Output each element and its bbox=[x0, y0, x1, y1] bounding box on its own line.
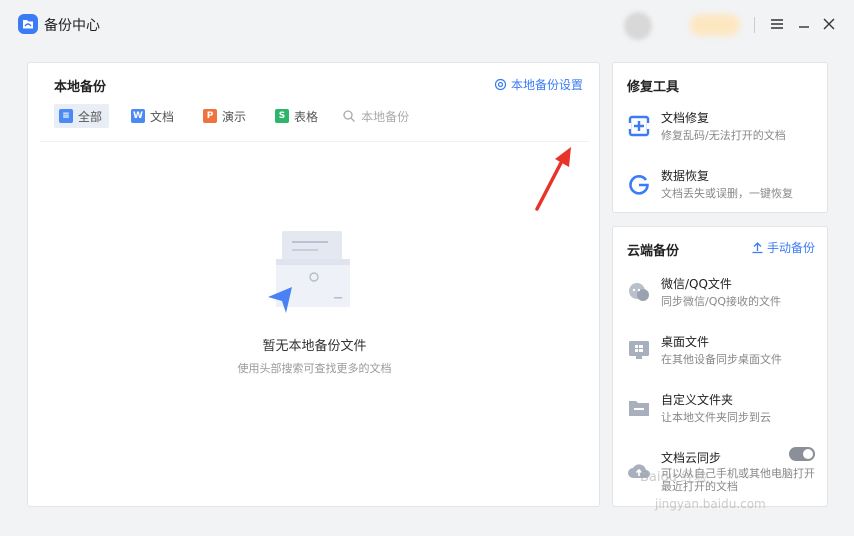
desktop-icon bbox=[629, 341, 649, 359]
tab-all[interactable]: ≡ 全部 bbox=[54, 104, 110, 128]
tab-presentations[interactable]: P 演示 bbox=[198, 104, 253, 128]
list-icon: ≡ bbox=[59, 109, 73, 123]
repair-tools-title: 修复工具 bbox=[627, 80, 680, 95]
title-bar: 备份中心 bbox=[0, 0, 854, 50]
doc-repair-item[interactable]: 文档修复 修复乱码/无法打开的文档 bbox=[627, 109, 822, 149]
local-backup-panel: 本地备份 本地备份设置 ≡ 全部 W 文档 P 演示 S 表格 本地备份 暂无本… bbox=[27, 62, 600, 507]
manual-backup-link[interactable]: 手动备份 bbox=[751, 239, 815, 256]
data-recovery-icon bbox=[629, 175, 649, 195]
menu-icon[interactable] bbox=[768, 15, 786, 33]
chat-icon bbox=[629, 283, 649, 301]
item-desc: 让本地文件夹同步到云 bbox=[661, 411, 771, 424]
tab-label: 演示 bbox=[222, 109, 247, 124]
close-icon[interactable] bbox=[820, 15, 838, 33]
item-name: 自定义文件夹 bbox=[661, 393, 734, 407]
repair-tools-panel: 修复工具 文档修复 修复乱码/无法打开的文档 数据恢复 文档丢失或误删，一键恢复 bbox=[612, 62, 828, 213]
backup-center-logo-icon bbox=[18, 14, 38, 34]
tab-label: 表格 bbox=[294, 109, 319, 124]
item-desc: 同步微信/QQ接收的文件 bbox=[661, 295, 782, 308]
spreadsheet-icon: S bbox=[275, 109, 290, 123]
tabs-divider bbox=[40, 141, 589, 142]
upload-icon bbox=[752, 242, 763, 254]
presentation-icon: P bbox=[203, 109, 218, 123]
tab-docs[interactable]: W 文档 bbox=[126, 104, 181, 128]
empty-state-title: 暂无本地备份文件 bbox=[262, 339, 367, 354]
tab-spreadsheets[interactable]: S 表格 bbox=[270, 104, 325, 128]
word-doc-icon: W bbox=[131, 109, 146, 123]
search-icon bbox=[343, 110, 356, 122]
tab-label: 文档 bbox=[150, 109, 175, 124]
manual-backup-label: 手动备份 bbox=[767, 241, 816, 255]
item-name: 文档修复 bbox=[661, 111, 710, 125]
data-recovery-item[interactable]: 数据恢复 文档丢失或误删，一键恢复 bbox=[627, 167, 822, 207]
item-desc: 在其他设备同步桌面文件 bbox=[661, 353, 782, 366]
local-backup-settings-link[interactable]: 本地备份设置 bbox=[494, 76, 583, 93]
filter-tabs: ≡ 全部 W 文档 P 演示 S 表格 本地备份 bbox=[54, 104, 409, 128]
item-name: 数据恢复 bbox=[661, 169, 710, 183]
watermark-url: jingyan.baidu.com bbox=[655, 497, 766, 511]
local-backup-title: 本地备份 bbox=[54, 80, 107, 95]
folder-icon bbox=[629, 401, 649, 416]
settings-icon bbox=[494, 78, 507, 91]
wechat-qq-files-item[interactable]: 微信/QQ文件 同步微信/QQ接收的文件 bbox=[627, 275, 822, 315]
app-title: 备份中心 bbox=[44, 18, 100, 34]
empty-state-subtitle: 使用头部搜索可查找更多的文档 bbox=[237, 362, 392, 375]
member-badge[interactable] bbox=[690, 14, 740, 36]
titlebar-divider bbox=[754, 17, 755, 33]
item-name: 微信/QQ文件 bbox=[661, 277, 732, 291]
tab-label: 全部 bbox=[78, 109, 103, 124]
annotation-arrow-icon bbox=[535, 147, 571, 211]
item-name: 桌面文件 bbox=[661, 335, 710, 349]
local-backup-search[interactable]: 本地备份 bbox=[342, 104, 409, 128]
settings-link-label: 本地备份设置 bbox=[511, 78, 584, 92]
doc-cloud-sync-toggle[interactable] bbox=[789, 447, 815, 461]
minimize-icon[interactable] bbox=[795, 15, 813, 33]
desktop-files-item[interactable]: 桌面文件 在其他设备同步桌面文件 bbox=[627, 333, 822, 373]
cloud-backup-title: 云端备份 bbox=[627, 244, 680, 259]
custom-folder-item[interactable]: 自定义文件夹 让本地文件夹同步到云 bbox=[627, 391, 822, 431]
doc-repair-icon bbox=[627, 115, 651, 137]
empty-box-illustration-icon bbox=[268, 231, 350, 313]
item-desc: 修复乱码/无法打开的文档 bbox=[661, 129, 786, 142]
item-desc: 文档丢失或误删，一键恢复 bbox=[661, 187, 793, 200]
item-name: 文档云同步 bbox=[661, 451, 722, 465]
user-avatar[interactable] bbox=[624, 12, 652, 40]
watermark: Baidu 经验 bbox=[640, 470, 708, 485]
search-placeholder: 本地备份 bbox=[361, 109, 410, 124]
cloud-backup-panel: 云端备份 手动备份 微信/QQ文件 同步微信/QQ接收的文件 桌面文件 在其他设… bbox=[612, 226, 828, 507]
